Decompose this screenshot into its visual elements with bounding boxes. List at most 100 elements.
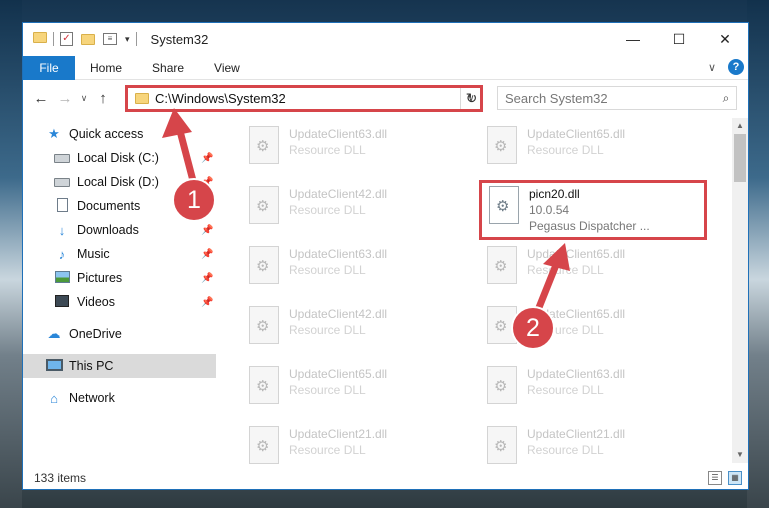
scroll-up-icon[interactable]: ▲: [732, 118, 748, 134]
videos-icon: [53, 294, 71, 310]
this-pc-icon: [45, 358, 63, 374]
file-highlight-box: [479, 180, 707, 240]
vertical-scrollbar[interactable]: ▲ ▼: [732, 118, 748, 463]
file-name: UpdateClient42.dll: [289, 187, 388, 201]
pin-icon[interactable]: 📌: [201, 297, 213, 308]
sidebar-item-label: Network: [69, 391, 115, 405]
search-box[interactable]: Search System32 ⌕: [497, 86, 737, 110]
pin-icon[interactable]: 📌: [201, 225, 213, 236]
pin-icon[interactable]: 📌: [201, 273, 213, 284]
sidebar-item-this-pc[interactable]: This PC: [23, 354, 216, 378]
forward-arrow-icon[interactable]: →: [53, 90, 77, 107]
details-view-icon[interactable]: ☰: [708, 471, 722, 485]
scroll-thumb[interactable]: [734, 134, 746, 182]
quick-access-toolbar: ✓ ≡ ▾: [60, 32, 130, 46]
file-description: Resource DLL: [527, 443, 604, 457]
file-description: Resource DLL: [527, 263, 604, 277]
dll-file-icon: [249, 186, 279, 224]
disk-icon: [53, 175, 71, 190]
file-item[interactable]: UpdateClient65.dll Resource DLL: [481, 120, 691, 176]
step-1-badge: 1: [172, 178, 216, 222]
help-icon[interactable]: ?: [728, 59, 744, 75]
file-name: UpdateClient21.dll: [289, 427, 388, 441]
customize-icon[interactable]: ≡: [103, 33, 117, 45]
expand-ribbon-icon[interactable]: ∨: [708, 61, 716, 74]
new-folder-icon[interactable]: [81, 33, 95, 45]
file-item[interactable]: UpdateClient65.dll Resource DLL: [481, 240, 691, 296]
dll-file-icon: [487, 426, 517, 464]
file-item[interactable]: UpdateClient63.dll Resource DLL: [243, 120, 453, 176]
status-bar: 133 items ☰ ▦: [23, 467, 748, 489]
network-icon: ⌂: [50, 390, 58, 406]
qat-dropdown-icon[interactable]: ▾: [125, 34, 130, 45]
file-item[interactable]: UpdateClient42.dll Resource DLL: [243, 180, 453, 236]
file-description: Resource DLL: [289, 203, 366, 217]
dll-file-icon: [487, 246, 517, 284]
dll-file-icon: [249, 306, 279, 344]
file-item[interactable]: UpdateClient63.dll Resource DLL: [481, 360, 691, 416]
pin-icon[interactable]: 📌: [201, 153, 213, 164]
desktop-background-right: [747, 0, 769, 508]
pin-icon[interactable]: 📌: [201, 249, 213, 260]
file-item[interactable]: UpdateClient65.dll Resource DLL: [243, 360, 453, 416]
sidebar-item-music[interactable]: ♪ Music 📌: [23, 242, 216, 266]
sidebar-item-quick-access[interactable]: ★ Quick access: [23, 122, 216, 146]
tab-share[interactable]: Share: [137, 56, 199, 80]
file-name: UpdateClient42.dll: [289, 307, 388, 321]
sidebar-item-onedrive[interactable]: ☁ OneDrive: [23, 322, 216, 346]
sidebar-item-label: Downloads: [77, 223, 139, 237]
file-explorer-window: ✓ ≡ ▾ System32 — ☐ ✕ File Home Share Vie…: [22, 22, 749, 490]
close-button[interactable]: ✕: [702, 23, 748, 55]
separator: [135, 32, 137, 46]
folder-icon: [33, 32, 47, 46]
separator: [53, 32, 54, 46]
search-input[interactable]: Search System32: [505, 91, 716, 106]
documents-icon: [53, 197, 71, 215]
dll-file-icon: [487, 126, 517, 164]
file-item[interactable]: UpdateClient63.dll Resource DLL: [243, 240, 453, 296]
sidebar-item-label: Pictures: [77, 271, 123, 285]
star-icon: ★: [48, 126, 60, 141]
dll-file-icon: [249, 366, 279, 404]
view-switcher: ☰ ▦: [708, 471, 742, 485]
ribbon-right: ∨ ?: [708, 59, 744, 75]
file-name: UpdateClient21.dll: [527, 427, 626, 441]
sidebar-item-downloads[interactable]: ↓ Downloads 📌: [23, 218, 216, 242]
step-2-badge: 2: [511, 306, 555, 350]
dll-file-icon: [249, 426, 279, 464]
address-highlight-box: [125, 85, 483, 112]
tiles-view-icon[interactable]: ▦: [728, 471, 742, 485]
tab-file[interactable]: File: [23, 55, 75, 80]
recent-locations-chevron-icon[interactable]: ∨: [77, 93, 91, 104]
file-list: UpdateClient63.dll Resource DLL UpdateCl…: [223, 118, 733, 464]
disk-icon: [53, 151, 71, 166]
sidebar-item-pictures[interactable]: Pictures 📌: [23, 266, 216, 290]
file-name: UpdateClient63.dll: [289, 127, 388, 141]
search-icon[interactable]: ⌕: [716, 91, 736, 106]
up-arrow-icon[interactable]: ↑: [91, 90, 115, 107]
pictures-icon: [53, 270, 71, 286]
minimize-button[interactable]: —: [610, 23, 656, 55]
tab-home[interactable]: Home: [75, 56, 137, 80]
ribbon-tabs: File Home Share View ∨ ?: [23, 55, 748, 80]
download-icon: ↓: [58, 222, 66, 238]
onedrive-icon: ☁: [47, 326, 61, 341]
sidebar-item-local-disk-c[interactable]: Local Disk (C:) 📌: [23, 146, 216, 170]
window-title: System32: [150, 31, 209, 47]
sidebar-item-label: Music: [77, 247, 110, 261]
sidebar-item-label: Local Disk (C:): [77, 151, 159, 165]
sidebar-item-label: Videos: [77, 295, 115, 309]
sidebar-item-videos[interactable]: Videos 📌: [23, 290, 216, 314]
file-description: Resource DLL: [289, 383, 366, 397]
maximize-button[interactable]: ☐: [656, 23, 702, 55]
scroll-down-icon[interactable]: ▼: [732, 447, 748, 463]
tab-view[interactable]: View: [199, 56, 255, 80]
sidebar-item-network[interactable]: ⌂ Network: [23, 386, 216, 410]
properties-check-icon[interactable]: ✓: [60, 32, 73, 46]
file-description: Resource DLL: [289, 323, 366, 337]
file-item[interactable]: UpdateClient42.dll Resource DLL: [243, 300, 453, 356]
sidebar-item-label: This PC: [69, 359, 114, 373]
sidebar-item-label: Quick access: [69, 127, 144, 141]
back-arrow-icon[interactable]: ←: [29, 90, 53, 107]
item-count: 133 items: [34, 471, 87, 485]
